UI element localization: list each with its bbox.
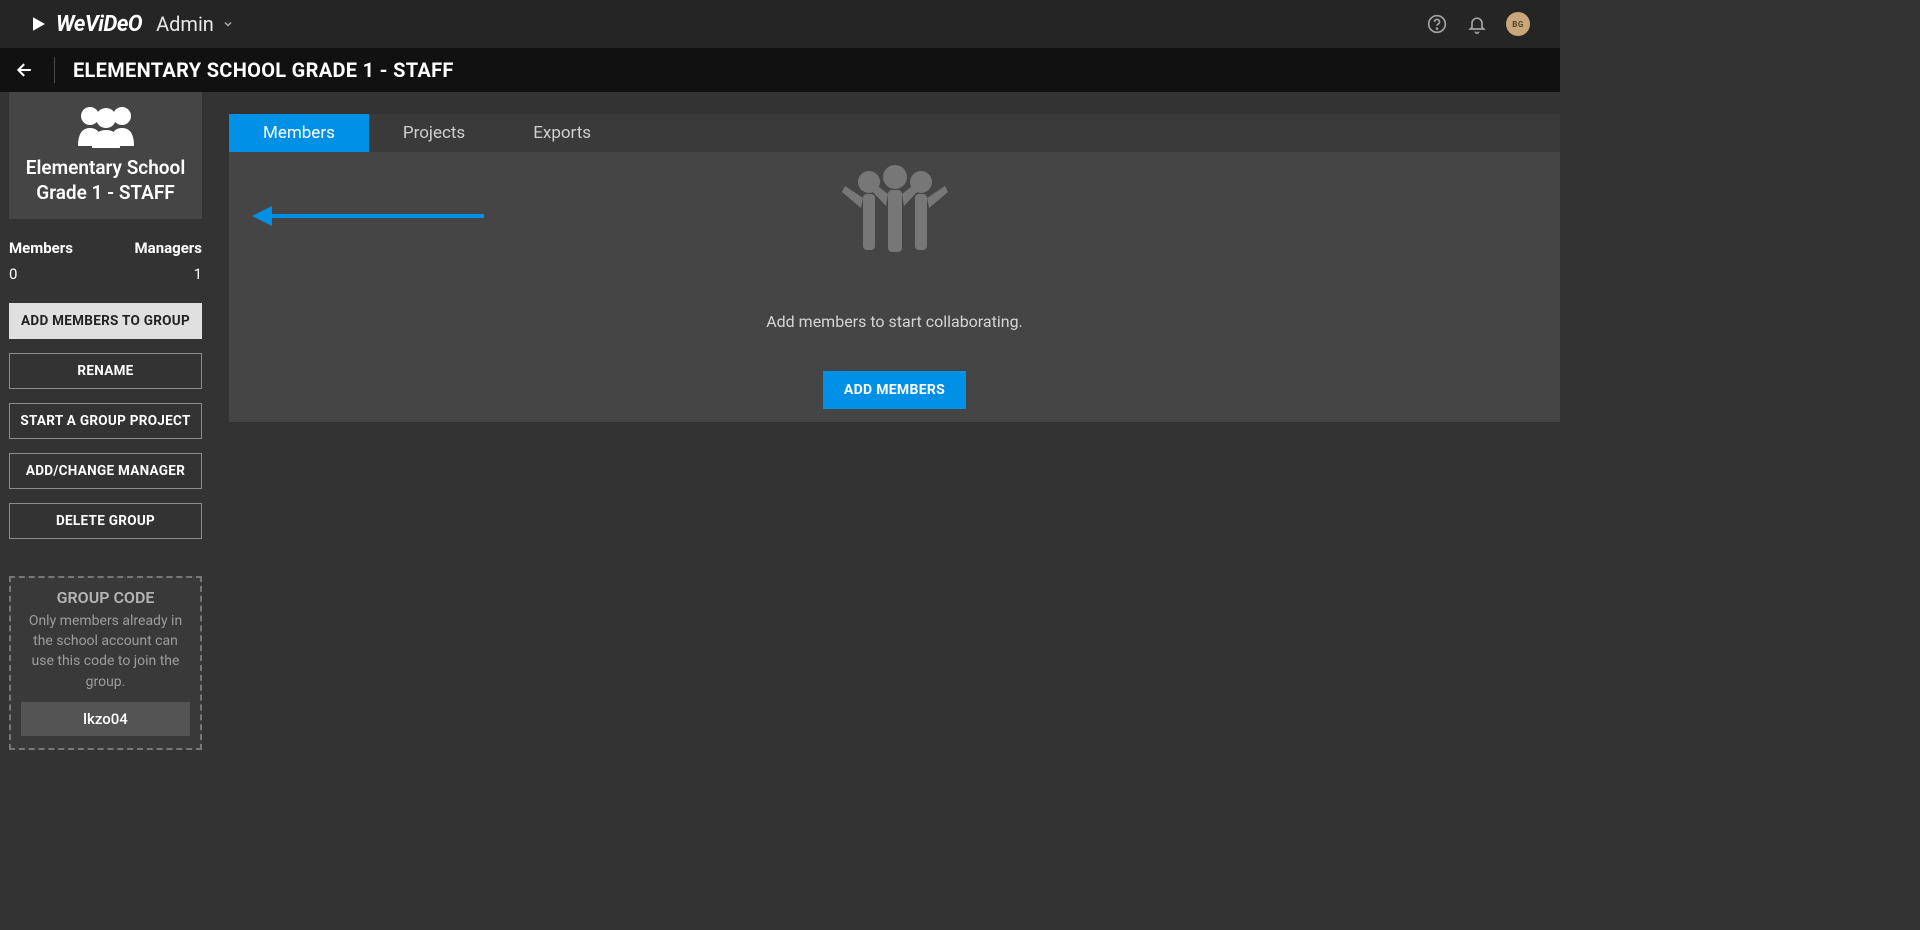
group-icon	[66, 104, 146, 148]
group-card: Elementary School Grade 1 - STAFF	[9, 92, 202, 219]
back-button[interactable]	[14, 59, 36, 81]
group-code-card: GROUP CODE Only members already in the s…	[9, 576, 202, 750]
admin-label: Admin	[156, 12, 214, 36]
brand-text: WeViDeO	[56, 12, 142, 37]
tabs: Members Projects Exports	[229, 114, 1560, 152]
start-group-project-button[interactable]: START A GROUP PROJECT	[9, 403, 202, 439]
delete-group-button[interactable]: DELETE GROUP	[9, 503, 202, 539]
stats-row: Members 0 Managers 1	[9, 239, 202, 285]
tab-exports[interactable]: Exports	[499, 114, 625, 152]
sidebar: Elementary School Grade 1 - STAFF Member…	[0, 92, 211, 760]
tab-members[interactable]: Members	[229, 114, 369, 152]
header-right: BG	[1426, 12, 1530, 36]
members-value: 0	[9, 265, 73, 283]
play-icon	[30, 15, 48, 33]
managers-label: Managers	[135, 239, 202, 257]
group-code-title: GROUP CODE	[21, 588, 190, 607]
rename-button[interactable]: RENAME	[9, 353, 202, 389]
admin-dropdown[interactable]: Admin	[156, 12, 234, 36]
add-members-button[interactable]: ADD MEMBERS	[823, 371, 966, 409]
arrow-left-icon	[15, 60, 35, 80]
vertical-divider	[54, 57, 55, 83]
header-left: WeViDeO Admin	[30, 12, 234, 37]
help-button[interactable]	[1426, 13, 1448, 35]
app-header: WeViDeO Admin BG	[0, 0, 1560, 48]
sub-header: ELEMENTARY SCHOOL GRADE 1 - STAFF	[0, 48, 1560, 92]
notifications-button[interactable]	[1466, 13, 1488, 35]
content-panel: Add members to start collaborating. ADD …	[229, 152, 1560, 422]
avatar-initials: BG	[1512, 20, 1524, 29]
empty-state-text: Add members to start collaborating.	[766, 312, 1023, 331]
people-icon	[835, 162, 955, 262]
content-area: Members Projects Exports Add members to …	[211, 92, 1560, 760]
add-members-to-group-button[interactable]: ADD MEMBERS TO GROUP	[9, 303, 202, 339]
chevron-down-icon	[222, 18, 234, 30]
members-label: Members	[9, 239, 73, 257]
stat-managers: Managers 1	[135, 239, 202, 283]
avatar[interactable]: BG	[1506, 12, 1530, 36]
help-icon	[1427, 14, 1447, 34]
brand-logo[interactable]: WeViDeO	[30, 12, 142, 37]
page-title: ELEMENTARY SCHOOL GRADE 1 - STAFF	[73, 58, 454, 82]
group-code-value[interactable]: lkzo04	[21, 702, 190, 736]
managers-value: 1	[135, 265, 202, 283]
group-code-desc: Only members already in the school accou…	[21, 611, 190, 692]
stat-members: Members 0	[9, 239, 73, 283]
add-change-manager-button[interactable]: ADD/CHANGE MANAGER	[9, 453, 202, 489]
main-layout: Elementary School Grade 1 - STAFF Member…	[0, 92, 1560, 760]
bell-icon	[1467, 14, 1487, 34]
sidebar-buttons: ADD MEMBERS TO GROUP RENAME START A GROU…	[9, 303, 202, 539]
group-name: Elementary School Grade 1 - STAFF	[15, 156, 196, 205]
tab-projects[interactable]: Projects	[369, 114, 499, 152]
